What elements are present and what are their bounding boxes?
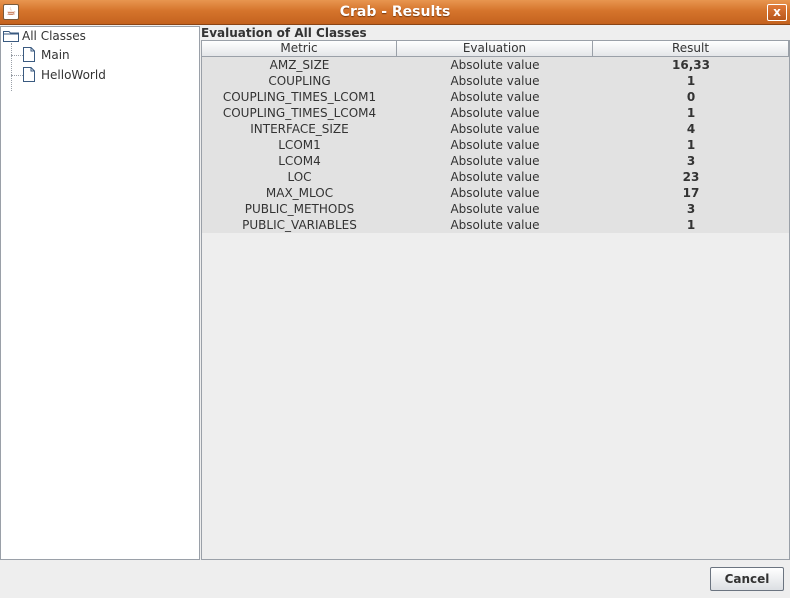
tree-node-label: HelloWorld — [41, 68, 106, 82]
result-cell: 1 — [686, 138, 696, 152]
table-row[interactable]: COUPLING_TIMES_LCOM1 Absolute value 0 — [202, 89, 789, 105]
metric-cell: COUPLING — [268, 74, 331, 88]
close-icon: x — [773, 5, 781, 19]
result-cell: 0 — [686, 90, 696, 104]
metric-cell: PUBLIC_VARIABLES — [242, 218, 357, 232]
results-table[interactable]: Metric Evaluation Result AMZ_SIZE Absolut… — [201, 40, 790, 560]
class-tree[interactable]: All Classes Main HelloWorld — [0, 26, 200, 560]
result-cell: 17 — [682, 186, 700, 200]
metric-cell: INTERFACE_SIZE — [250, 122, 349, 136]
file-icon — [23, 47, 35, 62]
result-cell: 16,33 — [672, 58, 710, 72]
result-cell: 1 — [686, 106, 696, 120]
window-titlebar[interactable]: ☕ Crab - Results x — [0, 0, 790, 25]
folder-icon — [3, 31, 19, 42]
metric-cell: MAX_MLOC — [265, 186, 334, 200]
result-cell: 3 — [686, 154, 696, 168]
evaluation-cell: Absolute value — [450, 58, 540, 72]
close-button[interactable]: x — [767, 4, 787, 21]
evaluation-cell: Absolute value — [450, 186, 540, 200]
tree-connector — [11, 55, 23, 56]
column-header-metric[interactable]: Metric — [202, 41, 397, 57]
metric-cell: LCOM1 — [278, 138, 321, 152]
table-row[interactable]: AMZ_SIZE Absolute value 16,33 — [202, 57, 789, 73]
table-row[interactable]: INTERFACE_SIZE Absolute value 4 — [202, 121, 789, 137]
table-row[interactable]: COUPLING_TIMES_LCOM4 Absolute value 1 — [202, 105, 789, 121]
metric-cell: COUPLING_TIMES_LCOM4 — [222, 106, 377, 120]
tree-node-all-classes[interactable]: All Classes — [3, 27, 193, 45]
table-row[interactable]: PUBLIC_METHODS Absolute value 3 — [202, 201, 789, 217]
result-cell: 23 — [682, 170, 700, 184]
file-icon — [23, 67, 35, 82]
tree-connector — [11, 43, 12, 91]
result-cell: 4 — [686, 122, 696, 136]
tree-connector — [11, 75, 23, 76]
evaluation-cell: Absolute value — [450, 170, 540, 184]
evaluation-cell: Absolute value — [450, 138, 540, 152]
metric-cell: LOC — [287, 170, 312, 184]
result-cell: 1 — [686, 218, 696, 232]
table-row[interactable]: COUPLING Absolute value 1 — [202, 73, 789, 89]
cancel-button[interactable]: Cancel — [710, 567, 784, 591]
table-row[interactable]: LOC Absolute value 23 — [202, 169, 789, 185]
table-row[interactable]: PUBLIC_VARIABLES Absolute value 1 — [202, 217, 789, 233]
column-header-evaluation[interactable]: Evaluation — [397, 41, 593, 57]
metric-cell: COUPLING_TIMES_LCOM1 — [222, 90, 377, 104]
table-row[interactable]: MAX_MLOC Absolute value 17 — [202, 185, 789, 201]
window-title: Crab - Results — [339, 4, 451, 20]
evaluation-cell: Absolute value — [450, 74, 540, 88]
table-row[interactable]: LCOM1 Absolute value 1 — [202, 137, 789, 153]
table-row[interactable]: LCOM4 Absolute value 3 — [202, 153, 789, 169]
evaluation-cell: Absolute value — [450, 202, 540, 216]
table-body: AMZ_SIZE Absolute value 16,33 COUPLING Absol… — [202, 57, 789, 233]
result-cell: 1 — [686, 74, 696, 88]
result-cell: 3 — [686, 202, 696, 216]
evaluation-cell: Absolute value — [450, 106, 540, 120]
tree-node-label: Main — [41, 48, 70, 62]
tree-node-main[interactable]: Main — [23, 46, 183, 64]
evaluation-cell: Absolute value — [450, 90, 540, 104]
evaluation-cell: Absolute value — [450, 122, 540, 136]
column-header-result[interactable]: Result — [593, 41, 789, 57]
tree-node-helloworld[interactable]: HelloWorld — [23, 66, 183, 84]
metric-cell: PUBLIC_METHODS — [244, 202, 355, 216]
evaluation-cell: Absolute value — [450, 218, 540, 232]
evaluation-cell: Absolute value — [450, 154, 540, 168]
results-panel: Evaluation of All Classes Metric Evaluat… — [201, 26, 790, 560]
metric-cell: AMZ_SIZE — [269, 58, 330, 72]
section-title: Evaluation of All Classes — [201, 26, 367, 40]
metric-cell: LCOM4 — [278, 154, 321, 168]
tree-node-label: All Classes — [22, 29, 86, 43]
table-header: Metric Evaluation Result — [202, 41, 789, 57]
